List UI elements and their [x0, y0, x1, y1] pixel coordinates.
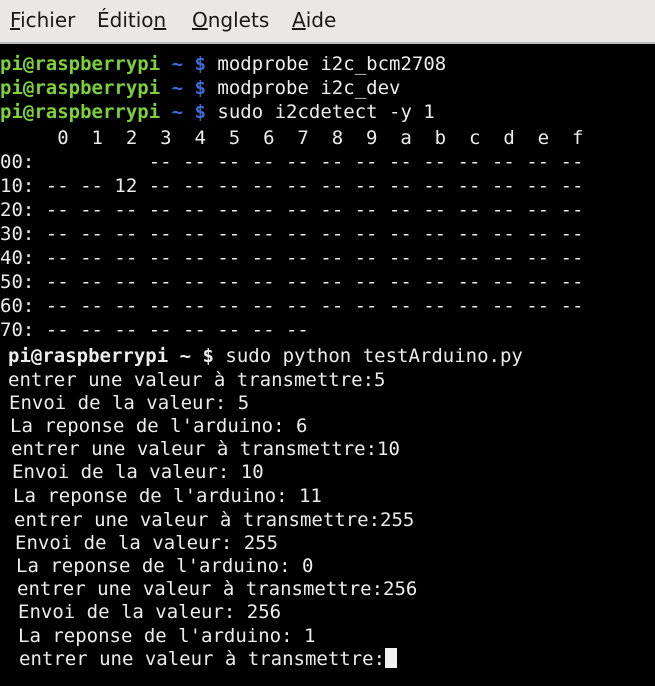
command-line: pi@raspberrypi ~ $ modprobe i2c_dev — [0, 77, 401, 99]
terminal-output[interactable]: pi@raspberrypi ~ $ modprobe i2c_bcm2708 … — [0, 50, 655, 686]
menu-aide[interactable]: Aide — [292, 8, 336, 32]
output-line: Envoi de la valeur: 256 — [18, 601, 282, 623]
i2c-table-row: 30: -- -- -- -- -- -- -- -- -- -- -- -- … — [0, 223, 584, 245]
i2c-table-row: 10: -- -- 12 -- -- -- -- -- -- -- -- -- … — [0, 175, 584, 197]
i2c-table-row: 70: -- -- -- -- -- -- -- -- — [0, 319, 309, 341]
output-line: entrer une valeur à transmettre:10 — [11, 438, 400, 460]
output-line: entrer une valeur à transmettre:255 — [14, 509, 415, 531]
output-line: entrer une valeur à transmettre:256 — [17, 578, 418, 600]
output-line: La reponse de l'arduino: 6 — [10, 415, 308, 437]
i2c-table-row: 20: -- -- -- -- -- -- -- -- -- -- -- -- … — [0, 199, 584, 221]
i2c-table-row: 60: -- -- -- -- -- -- -- -- -- -- -- -- … — [0, 295, 584, 317]
output-line: Envoi de la valeur: 10 — [12, 461, 264, 483]
output-line: La reponse de l'arduino: 1 — [18, 625, 316, 647]
menu-bar: Fichier Édition Onglets Aide — [0, 0, 655, 44]
output-line: entrer une valeur à transmettre:5 — [8, 369, 386, 391]
i2c-table-header: 0 1 2 3 4 5 6 7 8 9 a b c d e f — [0, 127, 584, 149]
output-line: Envoi de la valeur: 5 — [9, 392, 250, 414]
i2c-table-row: 40: -- -- -- -- -- -- -- -- -- -- -- -- … — [0, 247, 584, 269]
output-line: La reponse de l'arduino: 0 — [16, 555, 314, 577]
command-line: pi@raspberrypi ~ $ sudo i2cdetect -y 1 — [0, 101, 435, 123]
i2c-table-row: 00: -- -- -- -- -- -- -- -- -- -- -- -- … — [0, 151, 584, 173]
text-cursor — [385, 648, 398, 668]
input-prompt: entrer une valeur à transmettre: — [19, 648, 386, 670]
i2c-table-row: 50: -- -- -- -- -- -- -- -- -- -- -- -- … — [0, 271, 584, 293]
menu-fichier[interactable]: Fichier — [10, 8, 75, 32]
terminal-window: Fichier Édition Onglets Aide pi@raspberr… — [0, 0, 655, 686]
command-line: pi@raspberrypi ~ $ modprobe i2c_bcm2708 — [0, 53, 447, 75]
menu-onglets[interactable]: Onglets — [192, 8, 269, 32]
command-line: pi@raspberrypi ~ $ sudo python testArdui… — [8, 345, 523, 367]
input-line[interactable]: entrer une valeur à transmettre: — [19, 647, 398, 671]
output-line: Envoi de la valeur: 255 — [15, 532, 279, 554]
output-line: La reponse de l'arduino: 11 — [13, 485, 322, 507]
menu-edition[interactable]: Édition — [97, 8, 166, 32]
